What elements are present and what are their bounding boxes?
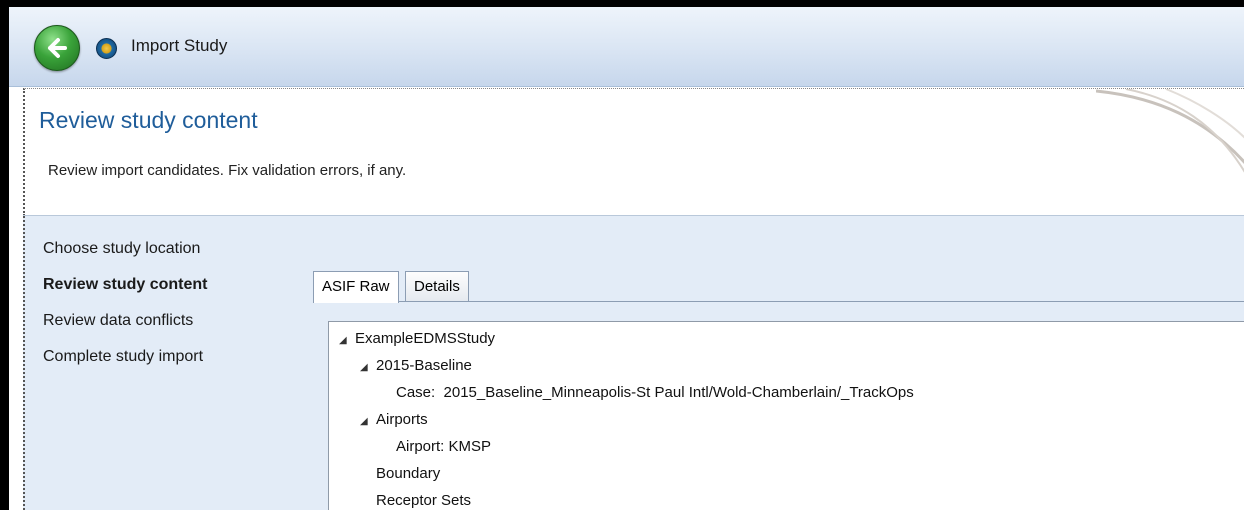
back-arrow-icon: [48, 38, 67, 58]
tab-asif-raw[interactable]: ASIF Raw: [313, 271, 399, 303]
tree-node-root[interactable]: ◢ ExampleEDMSStudy: [339, 330, 495, 347]
tree-node-airport[interactable]: Airport: KMSP: [396, 438, 491, 455]
tree-node-label: 2015-Baseline: [376, 357, 472, 374]
tab-details[interactable]: Details: [405, 271, 469, 302]
airport-label: Airport:: [396, 438, 445, 455]
decorative-swoosh: [1096, 89, 1244, 173]
window-title: Import Study: [131, 36, 228, 55]
expanded-triangle-icon[interactable]: ◢: [360, 416, 376, 427]
airport-value: KMSP: [448, 438, 492, 455]
tab-panel: ◢ ExampleEDMSStudy ◢ 2015-Baseline Case: 2…: [313, 301, 1244, 510]
page-title: Review study content: [39, 107, 258, 133]
case-label: Case:: [396, 384, 436, 401]
page-header: Review study content Review import candi…: [23, 88, 1244, 216]
wizard-step-nav: Choose study location Review study conte…: [23, 216, 295, 510]
tree-node-receptor-sets[interactable]: Receptor Sets: [376, 492, 471, 509]
app-logo-icon: [96, 38, 117, 59]
tree-node-boundary[interactable]: Boundary: [376, 465, 440, 482]
study-tree-view[interactable]: ◢ ExampleEDMSStudy ◢ 2015-Baseline Case: 2…: [328, 321, 1244, 510]
tree-node-airports[interactable]: ◢ Airports: [360, 411, 428, 428]
nav-item-choose-study-location[interactable]: Choose study location: [43, 240, 200, 258]
content-area: ASIF Raw Details ◢ ExampleEDMSStudy ◢ 2015…: [293, 216, 1244, 510]
nav-item-complete-study-import[interactable]: Complete study import: [43, 348, 203, 366]
import-study-window: Import Study Review study content Review…: [9, 7, 1244, 510]
case-value: 2015_Baseline_Minneapolis-St Paul Intl/W…: [443, 384, 914, 401]
tree-node-label: Airports: [376, 411, 428, 428]
expanded-triangle-icon[interactable]: ◢: [360, 362, 376, 373]
tree-node-case[interactable]: Case: 2015_Baseline_Minneapolis-St Paul …: [396, 384, 914, 401]
page-subtitle: Review import candidates. Fix validation…: [48, 162, 407, 179]
nav-item-review-study-content[interactable]: Review study content: [43, 276, 207, 294]
expanded-triangle-icon[interactable]: ◢: [339, 335, 355, 346]
tree-node-label: ExampleEDMSStudy: [355, 330, 496, 347]
title-bar: Import Study: [9, 7, 1244, 87]
back-button[interactable]: [34, 25, 80, 71]
tree-node-baseline[interactable]: ◢ 2015-Baseline: [360, 357, 472, 374]
nav-item-review-data-conflicts[interactable]: Review data conflicts: [43, 312, 193, 330]
